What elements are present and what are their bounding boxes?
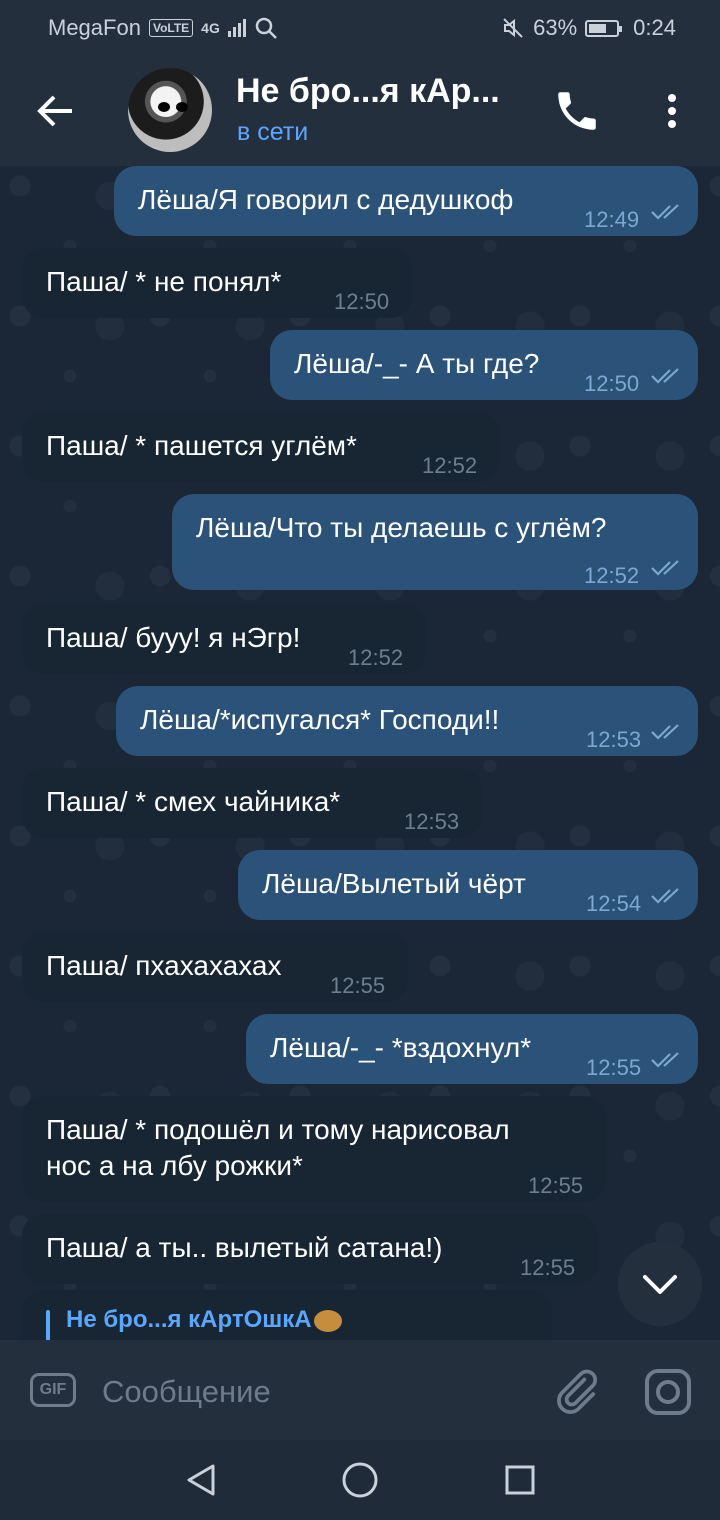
reply-preview[interactable]: Не бро...я кАртОшкА — [22, 1290, 552, 1340]
message-text: Лёша/Вылетый чёрт — [262, 868, 526, 899]
search-icon — [255, 17, 277, 39]
message-text: Паша/ * смех чайника* — [46, 786, 341, 817]
message-bubble[interactable]: Лёша/-_- *вздохнул* 12:55 — [246, 1014, 698, 1084]
triangle-back-icon — [187, 1464, 215, 1496]
message-text: Лёша/-_- *вздохнул* — [270, 1032, 532, 1063]
camera-icon — [645, 1369, 691, 1415]
message-bubble[interactable]: Лёша/Я говорил с дедушкоф 12:49 — [114, 166, 698, 236]
message-bubble[interactable]: Паша/ * не понял* 12:50 — [22, 248, 412, 318]
signal-icon — [227, 19, 246, 37]
clock: 0:24 — [633, 15, 676, 40]
attach-button[interactable] — [550, 1366, 600, 1416]
message-time: 12:54 — [586, 891, 642, 916]
message-text-line-1: Паша/ * подошёл и тому нарисовал — [46, 1114, 510, 1145]
message-text: Лёша/Я говорил с дедушкоф — [138, 184, 514, 215]
avatar[interactable] — [128, 68, 212, 152]
volte-badge: VoLTE — [148, 19, 194, 37]
carrier-name: MegaFon — [48, 15, 141, 40]
nav-back-button[interactable] — [183, 1462, 219, 1498]
potato-emoji-icon — [313, 1309, 342, 1332]
message-bubble[interactable]: Лёша/Вылетый чёрт 12:54 — [238, 850, 698, 920]
system-nav-bar — [0, 1440, 720, 1520]
composer: GIF — [0, 1340, 720, 1440]
message-time: 12:55 — [528, 1173, 584, 1198]
message-text: Паша/ бууу! я нЭгр! — [46, 622, 301, 653]
battery-percent: 63% — [533, 15, 578, 40]
message-bubble[interactable]: Лёша/*испугался* Господи!! 12:53 — [116, 686, 698, 756]
mute-icon — [503, 18, 523, 38]
gif-button[interactable]: GIF — [30, 1373, 76, 1407]
nav-recents-button[interactable] — [504, 1464, 536, 1496]
message-text: Лёша/-_- А ты где? — [294, 348, 540, 379]
back-button[interactable] — [30, 86, 80, 136]
message-text-line-2: нос а на лбу рожки* — [46, 1150, 303, 1181]
message-text: Паша/ * не понял* — [46, 266, 282, 297]
more-vertical-icon — [668, 94, 676, 128]
message-time: 12:55 — [586, 1055, 642, 1080]
camera-button[interactable] — [642, 1366, 694, 1418]
more-menu-button[interactable] — [652, 86, 692, 136]
nav-home-button[interactable] — [340, 1460, 380, 1500]
message-bubble[interactable]: Паша/ * подошёл и тому нарисовал нос а н… — [22, 1096, 606, 1202]
message-list[interactable]: Лёша/Я говорил с дедушкоф 12:49 Паша/ * … — [0, 166, 720, 1340]
message-bubble[interactable]: Лёша/-_- А ты где? 12:50 — [270, 330, 698, 400]
reply-author: Не бро...я кАртОшкА — [66, 1306, 312, 1333]
message-bubble[interactable]: Паша/ * пашется углём* 12:52 — [22, 412, 500, 482]
message-time: 12:55 — [330, 973, 386, 998]
square-recents-icon — [505, 1465, 535, 1495]
message-bubble[interactable]: Паша/ пхахахахах 12:55 — [22, 932, 408, 1002]
message-time: 12:50 — [584, 371, 640, 396]
phone-icon — [558, 92, 596, 130]
message-bubble[interactable]: Лёша/Что ты делаешь с углём? 12:52 — [172, 494, 698, 590]
message-time: 12:52 — [584, 563, 640, 588]
message-input[interactable] — [100, 1368, 524, 1416]
double-check-icon — [651, 560, 679, 576]
chat-title[interactable]: Не бро...я кАр... — [236, 72, 500, 111]
double-check-icon — [651, 724, 679, 740]
message-time: 12:53 — [586, 727, 642, 752]
message-text: Лёша/*испугался* Господи!! — [140, 704, 500, 735]
scroll-down-button[interactable] — [618, 1242, 702, 1326]
circle-home-icon — [342, 1462, 378, 1498]
status-bar: MegaFon VoLTE 4G 63% 0:24 — [0, 0, 720, 56]
message-bubble[interactable]: Паша/ бууу! я нЭгр! 12:52 — [22, 604, 426, 674]
chat-header: Не бро...я кАр... в сети — [0, 56, 720, 166]
call-button[interactable] — [552, 86, 602, 136]
network-type: 4G — [201, 20, 220, 36]
message-text: Лёша/Что ты делаешь с углём? — [196, 512, 607, 543]
paperclip-icon — [557, 1369, 598, 1414]
message-time: 12:50 — [334, 289, 390, 314]
arrow-left-icon — [37, 95, 72, 127]
message-time: 12:53 — [404, 809, 460, 834]
double-check-icon — [651, 368, 679, 384]
message-time: 12:55 — [520, 1255, 576, 1280]
message-time: 12:52 — [348, 645, 404, 670]
chevron-down-icon — [643, 1275, 677, 1294]
double-check-icon — [651, 888, 679, 904]
online-status: в сети — [237, 118, 309, 146]
message-time: 12:52 — [422, 453, 478, 478]
double-check-icon — [651, 204, 679, 220]
message-bubble[interactable]: Паша/ а ты.. вылетый сатана!) 12:55 — [22, 1214, 598, 1284]
message-text: Паша/ а ты.. вылетый сатана!) — [46, 1232, 443, 1263]
message-text: Паша/ пхахахахах — [46, 950, 282, 981]
message-bubble[interactable]: Паша/ * смех чайника* 12:53 — [22, 768, 482, 838]
reply-indicator — [46, 1310, 50, 1340]
double-check-icon — [651, 1052, 679, 1068]
message-time: 12:49 — [584, 207, 640, 232]
battery-icon — [585, 19, 623, 37]
message-text: Паша/ * пашется углём* — [46, 430, 357, 461]
